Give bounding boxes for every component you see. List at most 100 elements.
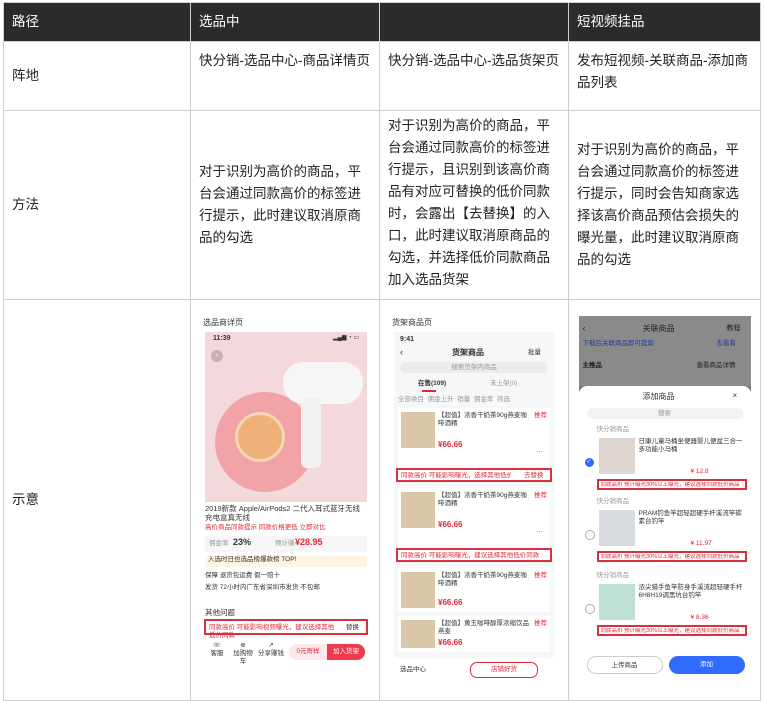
list-item[interactable]: 【超值】浓香干奶茶90g燕麦咖啡酒精 推荐 ¥66.66 ··· <box>398 488 550 548</box>
add-button[interactable]: 添加 <box>668 656 745 674</box>
sample-button[interactable]: 0元寄样 <box>289 644 327 660</box>
screenshot-caption: 选品商详页 <box>203 318 243 327</box>
list-item[interactable]: 【超值】浓香干奶茶90g燕麦咖啡酒精 推荐 ¥66.66 ··· <box>398 408 550 468</box>
grapefruit-shape <box>235 412 285 462</box>
filter-sales[interactable]: 销量 <box>457 396 470 403</box>
nav-cart[interactable]: ⊕ 加购物车 <box>231 642 255 666</box>
tab-on-sale[interactable]: 在售(109) <box>418 380 446 388</box>
hair-dryer-head <box>283 362 363 404</box>
back-icon[interactable]: ‹ <box>211 350 223 362</box>
product-name: 【超值】浓香干奶茶90g燕麦咖啡酒精 <box>438 572 527 587</box>
screenshot-product-detail: 选品商详页 11:39 ▂▄▆ ◔ ▭ ‹ 2019新款 Apple/AirPo… <box>199 316 371 684</box>
product-price: ¥66.66 <box>438 638 463 647</box>
rank-banner[interactable]: 入选时日也选品榜爆款榜 TOP! <box>205 556 367 567</box>
add-to-shelf-button[interactable]: 加入货架 <box>327 644 365 660</box>
warning-highlight: 同款高价 预计曝光30%以上曝光，建议选择同款低价商品 <box>596 479 747 490</box>
main-product-label: 主推品 <box>582 362 603 369</box>
product-thumb <box>598 584 635 620</box>
warning-text: 同款高价 可能影响曝光，建议选择其他低价同款 <box>401 552 540 559</box>
product-thumb <box>401 620 435 648</box>
earn-label: 预计赚 <box>275 540 295 547</box>
product-title: 2019新款 Apple/AirPods2 二代入耳式蓝牙无线充电盒真无线 <box>205 504 361 522</box>
status-icons: ▂▄▆ ◔ ▭ <box>333 335 360 341</box>
product-name: 浓尖猎手鱼竿防身手溪流超轻硬手杆6H8H19调黑坑台钓竿 <box>638 584 743 599</box>
search-input[interactable]: 搜索货架内商品 <box>400 362 548 373</box>
list-item[interactable]: 【超值】浓香干奶茶90g燕麦咖啡酒精 推荐 ¥66.66 <box>398 568 550 612</box>
modal-search-input[interactable]: 搜索 <box>586 408 743 419</box>
table-row-method: 方法 对于识别为高价的商品，平台会通过同款高价的标签进行提示，此时建议取消原商品… <box>3 110 761 300</box>
product-price: ¥ 8.36 <box>690 614 709 621</box>
shelf-screen: 9:41 ‹ 货架商品 批量 搜索货架内商品 在售(109) 未上架(0) 全部… <box>394 332 554 682</box>
more-icon[interactable]: ··· <box>536 528 543 536</box>
product-tag: 推荐 <box>534 572 547 579</box>
warning-highlight: 同款高价 可能影响曝光，选择其他低价同款 去替换 <box>396 468 552 482</box>
store-goods-button[interactable]: 店铺好货 <box>470 662 538 678</box>
screenshot-add-product: ‹ 关联商品 教程 下载后关联商品即可提现 去看看 主推品 查看商品详情 添加商… <box>578 316 751 684</box>
checkbox-unchecked[interactable] <box>584 604 595 614</box>
selection-center-link[interactable]: 选品中心 <box>400 666 426 674</box>
shop-label: 快分销商品 <box>596 498 630 505</box>
product-name: 【超值】浓香干奶茶90g燕麦咖啡酒精 <box>438 412 527 427</box>
warning-text: 同款高价 预计曝光30%以上曝光，建议选择同款低价商品 <box>600 554 740 560</box>
warning-link[interactable]: 替换 <box>346 624 359 632</box>
bottom-bar: 选品中心 店铺好货 <box>394 658 554 682</box>
main-product-detail-link[interactable]: 查看商品详情 <box>697 362 736 370</box>
close-icon[interactable]: × <box>733 391 738 400</box>
cart-icon: ⊕ <box>240 642 246 649</box>
share-icon: ↗ <box>268 642 274 649</box>
row-label-method: 方法 <box>3 110 191 300</box>
table-header-row: 路径 选品中 短视频挂品 <box>3 2 761 42</box>
row-label-place: 阵地 <box>3 41 191 111</box>
product-hero-image: 11:39 ▂▄▆ ◔ ▭ ‹ <box>205 332 367 502</box>
filter-category[interactable]: 全部类目 <box>398 396 424 403</box>
warning-highlight: 同款高价 预计曝光30%以上曝光，建议选择同款低价商品 <box>596 625 747 636</box>
nav-share[interactable]: ↗ 分享赚钱 <box>257 642 285 658</box>
ship-row: 发货 72小时内广东省深圳市发货 不包邮 <box>205 584 320 591</box>
checkbox-unchecked[interactable] <box>584 530 595 540</box>
filter-more[interactable]: 筛选 <box>497 396 510 403</box>
batch-button[interactable]: 批量 <box>528 349 541 357</box>
product-price: ¥66.66 <box>438 440 463 449</box>
comparison-table: 路径 选品中 短视频挂品 阵地 快分销-选品中心-商品详情页 快分销-选品中心-… <box>3 2 761 701</box>
filter-commission-up[interactable]: 佣金上升 <box>428 396 454 403</box>
notice-link[interactable]: 去看看 <box>717 340 737 348</box>
add-product-modal: 添加商品 × 搜索 快分销商品 ✓ 日康儿童马桶坐便器婴儿便盆三合一多功能小马桶… <box>578 386 751 684</box>
product-tag: 推荐 <box>534 620 547 627</box>
product-thumb <box>401 572 435 608</box>
tab-off-shelf[interactable]: 未上架(0) <box>490 380 517 388</box>
cell-place-3: 发布短视频-关联商品-添加商品列表 <box>568 41 761 111</box>
more-icon[interactable]: ··· <box>536 448 543 456</box>
status-time: 9:41 <box>400 336 415 343</box>
product-tag: 推荐 <box>534 492 547 499</box>
headset-icon: ☏ <box>212 642 222 649</box>
warning-highlight: 同款高价 可能影响曝光，建议选择其他低价同款 <box>396 548 552 562</box>
cell-method-3: 对于识别为高价的商品，平台会通过同款高价的标签进行提示，同时会告知商家选择该高价… <box>568 110 761 300</box>
tutorial-link[interactable]: 教程 <box>727 324 741 333</box>
upload-product-button[interactable]: 上传商品 <box>586 656 663 674</box>
commission-label: 佣金率 <box>209 540 229 547</box>
table-row-place: 阵地 快分销-选品中心-商品详情页 快分销-选品中心-选品货架页 发布短视频-关… <box>3 41 761 111</box>
back-icon[interactable]: ‹ <box>583 324 586 333</box>
earn-value: ¥28.95 <box>295 537 323 547</box>
section-title: 其他问题 <box>205 608 235 617</box>
product-thumb <box>401 412 435 448</box>
warning-highlight: 同款高价 可能影响视频曝光，建议选择其他低价同款 替换 <box>204 619 368 639</box>
screenshot-shelf-page: 货架商品页 9:41 ‹ 货架商品 批量 搜索货架内商品 在售(109) 未上架… <box>388 316 560 684</box>
back-icon[interactable]: ‹ <box>400 348 403 357</box>
product-thumb <box>598 438 635 474</box>
screenshot-caption: 货架商品页 <box>392 318 432 327</box>
header-selection: 选品中 <box>190 2 380 42</box>
product-tags: 高价商品同款提示 同款价格更低 立即对比 <box>205 524 326 531</box>
replace-link[interactable]: 去替换 <box>524 472 544 480</box>
product-price: ¥ 11.97 <box>690 540 712 547</box>
shop-label: 快分销商品 <box>596 572 630 579</box>
shop-label: 快分销商品 <box>596 426 630 433</box>
cell-place-2: 快分销-选品中心-选品货架页 <box>379 41 569 111</box>
table-row-illustration: 示意 选品商详页 11:39 ▂▄▆ ◔ ▭ ‹ 2019新款 Apple/Ai… <box>3 299 761 701</box>
filter-rate[interactable]: 佣金率 <box>474 396 494 403</box>
shelf-title: 货架商品 <box>452 348 484 357</box>
checkbox-checked[interactable]: ✓ <box>584 458 594 467</box>
nav-service[interactable]: ☏ 客服 <box>205 642 229 658</box>
product-price: ¥66.66 <box>438 598 463 607</box>
list-item[interactable]: 【超值】黄玉咖啡醇厚浓缩饮品燕麦 推荐 ¥66.66 <box>398 616 550 652</box>
